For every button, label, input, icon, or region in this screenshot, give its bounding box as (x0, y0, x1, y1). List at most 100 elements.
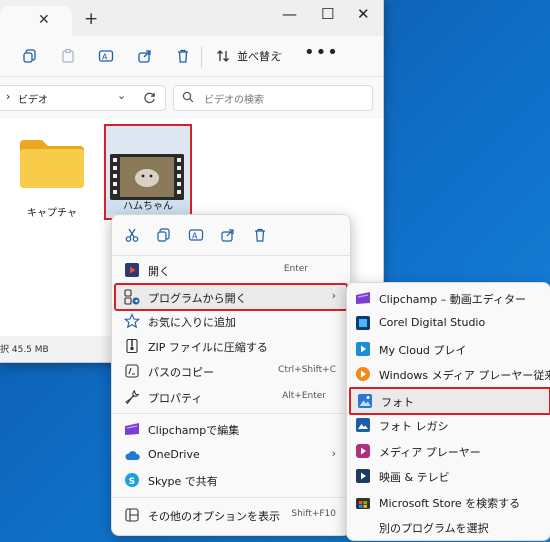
menu-item-skype-share[interactable]: S Skype で共有 (116, 468, 346, 492)
breadcrumb[interactable]: ビデオ (18, 91, 48, 106)
wmp-icon (356, 367, 370, 381)
open-icon (125, 263, 139, 277)
open-with-submenu: Clipchamp – 動画エディター Corel Digital Studio… (346, 282, 550, 541)
menu-item-open-with[interactable]: プログラムから開く › (114, 283, 348, 311)
context-menu-quick-actions: A (112, 215, 350, 255)
photos-legacy-icon (356, 418, 370, 432)
rename-icon[interactable]: A (98, 48, 114, 64)
cloud-icon (125, 451, 140, 460)
menu-item-properties[interactable]: プロパティ Alt+Enter (116, 385, 346, 409)
close-button[interactable]: ✕ (357, 5, 370, 23)
chevron-down-icon: ⌄ (276, 48, 284, 58)
submenu-item-wmp-legacy[interactable]: Windows メディア プレーヤー従来版 (349, 362, 550, 386)
svg-text:A: A (102, 53, 108, 62)
shortcut-text: Enter (283, 264, 308, 274)
menu-item-zip[interactable]: ZIP ファイルに圧縮する (116, 334, 346, 358)
menu-item-label: お気に入りに追加 (148, 316, 236, 329)
chevron-down-icon[interactable]: ⌄ (117, 89, 126, 102)
share-icon[interactable] (137, 48, 153, 64)
store-icon (356, 498, 370, 509)
menu-item-label: その他のオプションを表示 (148, 510, 280, 523)
submenu-item-corel[interactable]: Corel Digital Studio (349, 311, 547, 335)
copy-icon[interactable] (22, 48, 38, 64)
submenu-item-mycloud[interactable]: My Cloud プレイ (349, 337, 547, 361)
star-icon (124, 313, 140, 329)
folder-label[interactable]: キャプチャ (18, 204, 86, 219)
submenu-item-label: フォト (381, 396, 414, 409)
submenu-item-photos-legacy[interactable]: フォト レガシ (349, 413, 547, 437)
menu-item-label: 開く (148, 265, 170, 278)
clipchamp-icon (125, 423, 139, 435)
submenu-item-clipchamp[interactable]: Clipchamp – 動画エディター (349, 286, 547, 310)
sort-icon[interactable] (215, 48, 231, 64)
submenu-item-label: Clipchamp – 動画エディター (379, 293, 526, 306)
submenu-item-label: Microsoft Store を検索する (379, 497, 521, 510)
rename-icon[interactable]: A (188, 227, 204, 243)
menu-item-more-options[interactable]: その他のオプションを表示 Shift+F10 (116, 503, 346, 527)
folder-icon[interactable] (18, 138, 86, 190)
submenu-item-store[interactable]: Microsoft Store を検索する (349, 490, 547, 514)
context-menu: A 開く Enter プログラムから開く › お気に入りに追加 ZIP ファイル… (111, 214, 351, 536)
menu-item-label: パスのコピー (148, 366, 214, 379)
video-file-selected[interactable]: ハムちゃん (104, 124, 192, 220)
search-icon (182, 91, 194, 103)
shortcut-text: Ctrl+Shift+C (278, 365, 336, 375)
submenu-item-media-player[interactable]: メディア プレーヤー (349, 439, 547, 463)
refresh-icon[interactable] (143, 91, 156, 104)
svg-text:A: A (192, 232, 198, 241)
submenu-item-choose-another[interactable]: 別のプログラムを選択 (349, 515, 547, 539)
chevron-right-icon: › (331, 289, 336, 302)
menu-item-onedrive[interactable]: OneDrive › (116, 443, 346, 467)
chevron-right-icon: › (331, 447, 336, 460)
copy-icon[interactable] (156, 227, 172, 243)
toolbar-divider (201, 46, 202, 68)
sort-button[interactable]: 並べ替え (237, 48, 281, 64)
submenu-item-movies-tv[interactable]: 映画 & テレビ (349, 464, 547, 488)
menu-item-label: プログラムから開く (148, 292, 247, 305)
svg-text:S: S (129, 477, 135, 487)
submenu-item-label: Corel Digital Studio (379, 316, 486, 329)
tab-close-icon[interactable]: ✕ (38, 12, 50, 28)
path-copy-icon (125, 364, 139, 378)
video-file-label[interactable]: ハムちゃん (106, 200, 190, 214)
menu-divider (112, 255, 350, 256)
zip-icon (126, 338, 138, 354)
new-tab-button[interactable]: + (84, 9, 98, 29)
menu-item-label: Skype で共有 (148, 475, 218, 488)
shortcut-text: Shift+F10 (291, 509, 336, 519)
menu-item-label: OneDrive (148, 448, 200, 461)
share-icon[interactable] (220, 227, 236, 243)
search-placeholder: ビデオの検索 (204, 95, 264, 106)
submenu-item-label: My Cloud プレイ (379, 344, 467, 357)
wrench-icon (125, 389, 140, 405)
submenu-item-label: 映画 & テレビ (379, 471, 450, 484)
command-bar: A 並べ替え ⌄ ••• (0, 36, 383, 77)
more-options-button[interactable]: ••• (304, 42, 339, 63)
submenu-item-label: Windows メディア プレーヤー従来版 (379, 369, 550, 382)
menu-divider (112, 497, 350, 498)
mycloud-icon (356, 342, 370, 356)
chevron-right-icon: › (6, 90, 11, 103)
shortcut-text: Alt+Enter (282, 391, 326, 401)
menu-item-open[interactable]: 開く Enter (116, 258, 346, 282)
menu-item-label: ZIP ファイルに圧縮する (148, 341, 268, 354)
clipchamp-icon (356, 292, 370, 304)
delete-icon[interactable] (252, 227, 268, 243)
maximize-button[interactable]: ☐ (321, 5, 334, 23)
title-bar: ✕ + — ☐ ✕ (0, 0, 383, 36)
minimize-button[interactable]: — (282, 5, 297, 23)
search-input[interactable]: ビデオの検索 (173, 85, 373, 111)
menu-item-add-favorites[interactable]: お気に入りに追加 (116, 309, 346, 333)
skype-icon: S (125, 473, 139, 487)
submenu-item-photos[interactable]: フォト (349, 387, 550, 415)
address-row: › ビデオ ⌄ ビデオの検索 (0, 77, 383, 117)
paste-icon[interactable] (60, 48, 76, 64)
menu-item-clipchamp-edit[interactable]: Clipchampで編集 (116, 417, 346, 441)
delete-icon[interactable] (175, 48, 191, 64)
cut-icon[interactable] (124, 227, 140, 243)
status-text: 択 45.5 MB (0, 345, 49, 355)
address-bar[interactable]: › ビデオ ⌄ (0, 85, 166, 111)
video-thumbnail-icon (110, 154, 184, 200)
explorer-tab[interactable]: ✕ (0, 6, 72, 36)
menu-item-copy-path[interactable]: パスのコピー Ctrl+Shift+C (116, 359, 346, 383)
